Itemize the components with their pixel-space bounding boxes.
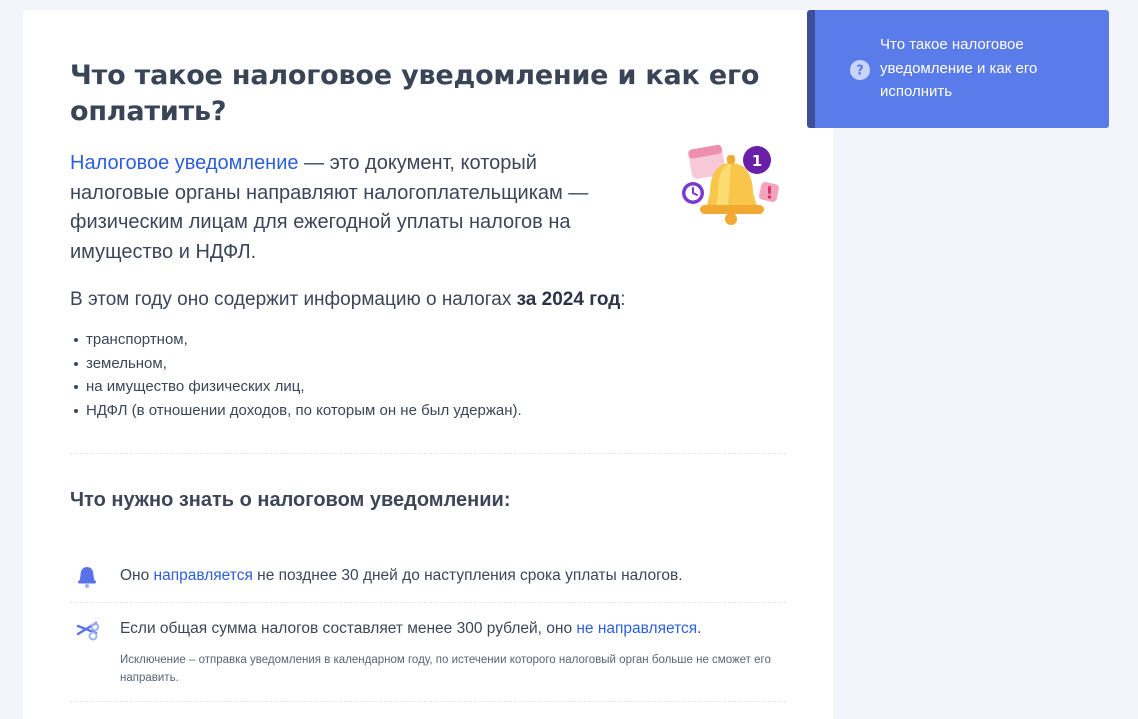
fact-text: Оно направляется не позднее 30 дней до н… [120, 564, 786, 588]
bell-icon [78, 567, 96, 588]
notification-bell-illustration: 1 [682, 144, 779, 225]
fact-item: Если общая сумма налогов составляет мене… [70, 603, 786, 701]
intro-section: Налоговое уведомление — это документ, ко… [70, 144, 786, 267]
intro-paragraph: Налоговое уведомление — это документ, ко… [70, 149, 630, 267]
fact-text: Если общая сумма налогов составляет мене… [120, 617, 786, 641]
list-item: НДФЛ (в отношении доходов, по которым он… [70, 399, 786, 423]
not-sent-link[interactable]: не направляется [576, 620, 697, 637]
notification-badge: 1 [743, 146, 771, 174]
fact-text-end: . [697, 620, 702, 637]
sidebar-item-what-is-tax-notice[interactable]: ? Что такое налоговое уведомление и как … [807, 10, 1109, 128]
sent-link[interactable]: направляется [154, 567, 253, 584]
list-item: транспортном, [70, 328, 786, 352]
badge-count: 1 [752, 152, 762, 170]
facts-list: Оно направляется не позднее 30 дней до н… [70, 550, 786, 702]
fact-text-start: Если общая сумма налогов составляет мене… [120, 620, 577, 637]
section-divider [70, 453, 786, 454]
clock-icon [682, 182, 704, 204]
sidebar-item-label: Что такое налоговое уведомление и как ег… [880, 36, 1038, 100]
tax-notice-link[interactable]: Налоговое уведомление [70, 152, 299, 174]
page-title: Что такое налоговое уведомление и как ег… [70, 60, 760, 127]
scissors-icon [76, 621, 100, 641]
year-info: В этом году оно содержит информацию о на… [70, 286, 786, 314]
year-info-colon: : [620, 289, 626, 310]
tax-list: транспортном, земельном, на имущество фи… [70, 328, 786, 422]
fact-text-end: не позднее 30 дней до наступления срока … [252, 567, 683, 584]
facts-heading: Что нужно знать о налоговом уведомлении: [70, 489, 511, 511]
list-item: земельном, [70, 352, 786, 376]
alert-icon [759, 182, 779, 202]
list-item: на имущество физических лиц, [70, 375, 786, 399]
question-circle-icon: ? [850, 60, 870, 80]
fact-text-start: Оно [120, 567, 154, 584]
exception-note: Исключение – отправка уведомления в кале… [120, 654, 771, 684]
fact-divider [70, 701, 786, 702]
svg-text:?: ? [856, 64, 864, 79]
year-info-text: В этом году оно содержит информацию о на… [70, 289, 517, 310]
page: Что такое налоговое уведомление и как ег… [0, 0, 1138, 719]
fact-item: Оно направляется не позднее 30 дней до н… [70, 550, 786, 602]
year-highlight: за 2024 год [516, 289, 621, 310]
article-card: Что такое налоговое уведомление и как ег… [23, 10, 833, 719]
